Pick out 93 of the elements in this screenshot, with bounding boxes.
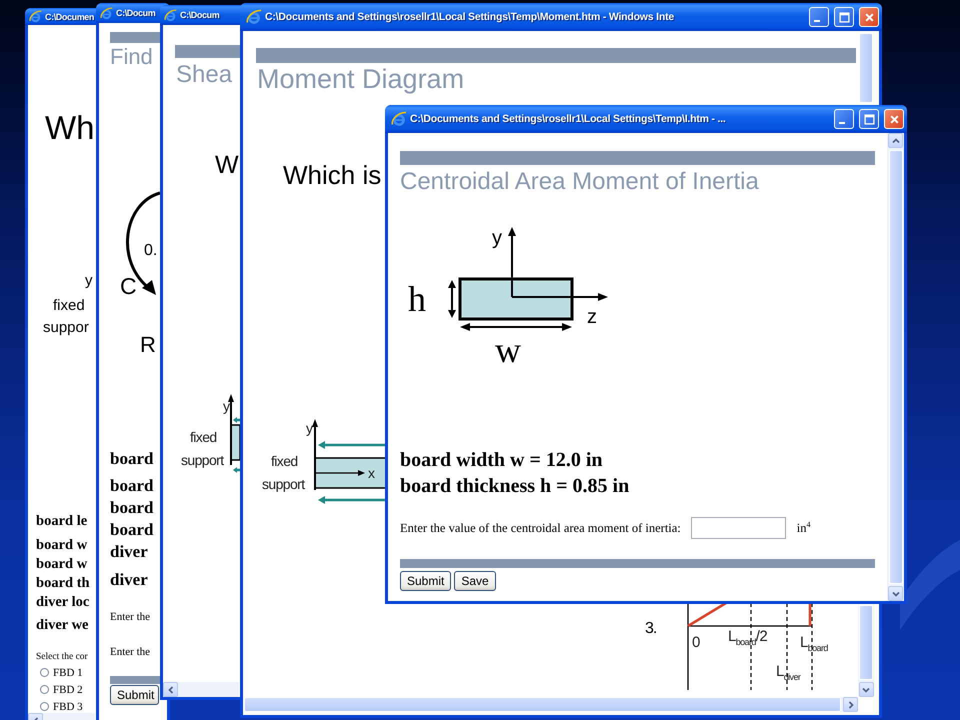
page-heading: Moment Diagram [257,63,464,95]
window-title: C:\Documents and Settings\rosellr1\Local Settings\Temp\Moment.htm - Windows Inte [265,11,675,23]
close-button[interactable] [859,7,879,27]
close-icon [864,12,874,22]
axis-label: 0 [692,635,700,651]
prompt-text: Enter the value of the centroidal area moment of inertia: [400,520,681,536]
minimize-button[interactable] [834,109,854,129]
dimension-label: h [408,279,426,319]
chevron-up-icon [892,136,900,144]
prompt-text: Select the cor [36,651,88,664]
axis-label: L$_{board}$/2 [728,629,768,649]
scroll-left-button[interactable] [163,682,178,697]
chevron-right-icon [846,700,854,708]
radio-button[interactable] [40,685,49,694]
axis-label: L$_{diver}$ [776,664,800,684]
maximize-button[interactable] [859,109,879,129]
window-title: C:\Docum [116,8,156,18]
diagram-label: C [120,273,137,299]
given-value: diver we [36,616,90,635]
prompt-text: Enter the [110,610,150,624]
option-label: FBD 3 [53,700,83,712]
diagram-label: y [306,420,312,436]
given-value: board [110,519,154,541]
diagram-label: fixed [190,429,217,445]
option-number: 3. [645,620,656,638]
dimension-label: w [495,330,521,370]
window-title: C:\Documen [45,12,96,22]
scrollbar-thumb[interactable] [859,605,873,680]
prompt-text: Enter the [110,645,150,659]
diagram-label: support [181,452,224,468]
browser-icon [391,111,407,127]
given-value: board [110,475,154,497]
given-value: board w [36,536,88,555]
question-text: Wh [45,108,94,148]
window-title: C:\Docum [180,10,220,20]
scroll-right-button[interactable] [843,697,858,712]
minimize-icon [839,122,845,124]
chevron-down-icon [862,686,870,694]
close-button[interactable] [884,109,904,129]
submit-button[interactable]: Submit [110,685,159,705]
question-text: W [215,151,239,179]
diagram-label: suppor [43,319,89,337]
maximize-icon [838,12,850,22]
scroll-down-button[interactable] [888,586,903,601]
scroll-down-button[interactable] [858,682,874,697]
answer-field[interactable] [690,517,786,539]
browser-icon [246,9,262,25]
minimize-button[interactable] [809,7,829,27]
given-value: board [110,448,154,470]
given-value: board [110,497,154,519]
unit-label: in$^{4}$ [796,520,811,536]
given-value: board le [36,512,88,531]
given-value: board thickness h = 0.85 in [400,474,630,499]
axis-label: z [587,306,597,328]
diagram-label: R [140,332,156,358]
browser-icon [29,10,42,23]
diagram-label: support [262,476,304,492]
maximize-button[interactable] [834,7,854,27]
given-value: diver [110,541,149,563]
given-value: board width w = 12.0 in [400,448,604,473]
page-heading: Find [110,44,153,70]
diagram-label: y [223,398,230,414]
page-heading: Shea [176,61,232,89]
maximize-icon [864,114,874,124]
radio-button[interactable] [40,702,49,711]
window-title: C:\Documents and Settings\rosellr1\Local Settings\Temp\I.htm - ... [410,113,727,125]
given-value: diver [110,569,149,591]
given-value: board th [36,574,90,593]
form-button[interactable]: Submit [400,571,452,591]
browser-icon [164,8,177,22]
browser-icon [100,6,113,20]
page-heading: Centroidal Area Moment of Inertia [400,167,759,197]
given-value: board w [36,555,88,574]
diagram-label: 0. [144,242,158,260]
chevron-left-icon [166,686,174,694]
scrollbar-thumb[interactable] [888,150,902,584]
form-button[interactable]: Save [454,571,496,591]
chevron-down-icon [892,590,900,598]
scroll-up-button[interactable] [888,133,903,148]
diagram-label: x [368,465,374,481]
scrollbar-thumb[interactable] [859,33,873,103]
option-label: FBD 1 [53,666,83,678]
axis-label: y [492,227,502,249]
diagram-label: fixed [271,453,298,469]
close-icon [888,114,900,124]
diagram-label: fixed [53,297,85,315]
given-value: diver loc [36,593,90,612]
radio-button[interactable] [40,668,49,677]
diagram-label: y [85,272,92,290]
question-text: Which is [283,159,382,191]
option-label: FBD 2 [53,684,83,696]
axis-label: L$_{board}$ [800,635,828,655]
minimize-icon [814,20,820,22]
